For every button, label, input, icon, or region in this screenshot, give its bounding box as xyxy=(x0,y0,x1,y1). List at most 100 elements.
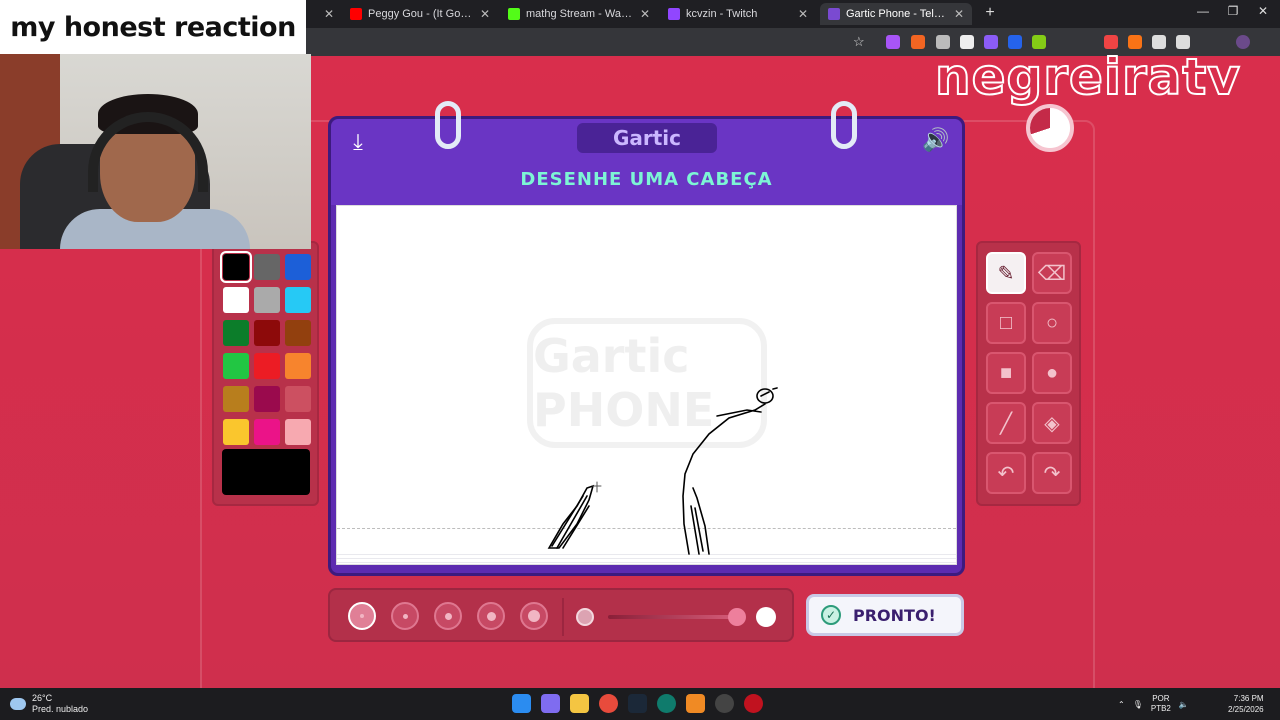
color-swatch-maroon[interactable] xyxy=(254,386,280,412)
color-swatch-orange[interactable] xyxy=(285,353,311,379)
extension-icon[interactable] xyxy=(1152,35,1166,49)
app-icon[interactable] xyxy=(686,694,705,713)
done-button[interactable]: ✓ PRONTO! xyxy=(806,594,964,636)
tab-gartic-phone[interactable]: Gartic Phone - Telefone sem fio ✕ xyxy=(820,3,972,25)
new-tab-button[interactable]: + xyxy=(980,4,1000,22)
color-swatch-dark-green[interactable] xyxy=(223,320,249,346)
color-swatch-gray[interactable] xyxy=(254,254,280,280)
gartic-logo: Gartic xyxy=(577,123,717,153)
rectangle-outline-tool[interactable]: □ xyxy=(986,302,1026,344)
color-swatch-blue[interactable] xyxy=(285,254,311,280)
windows-taskbar: 26°C Pred. nublado ⌃ 🎙 POR PTB2 🔈 7:36 P… xyxy=(0,688,1280,720)
file-explorer-icon[interactable] xyxy=(570,694,589,713)
kick-icon xyxy=(508,8,520,20)
extension-icon[interactable] xyxy=(1032,35,1046,49)
tab-title: Peggy Gou - (It Goes Like) I xyxy=(368,8,474,20)
windows-start-icon[interactable] xyxy=(512,694,531,713)
color-swatch-pink[interactable] xyxy=(285,419,311,445)
extension-icon[interactable] xyxy=(1128,35,1142,49)
color-swatch-yellow[interactable] xyxy=(223,419,249,445)
microphone-icon[interactable]: 🎙 xyxy=(1133,700,1143,709)
ellipse-fill-tool[interactable]: ● xyxy=(1032,352,1072,394)
color-swatch-red[interactable] xyxy=(254,353,280,379)
undo-button[interactable]: ↶ xyxy=(986,452,1026,494)
fill-bucket-tool[interactable]: ◈ xyxy=(1032,402,1072,444)
opacity-slider-handle[interactable] xyxy=(728,608,746,626)
done-button-label: PRONTO! xyxy=(853,605,936,625)
close-icon[interactable]: ✕ xyxy=(954,7,964,21)
pencil-tool[interactable]: ✎ xyxy=(986,252,1026,294)
date: 2/25/2026 xyxy=(1228,705,1264,714)
color-swatch-cyan[interactable] xyxy=(285,287,311,313)
brush-size-3[interactable] xyxy=(434,602,462,630)
color-swatch-green[interactable] xyxy=(223,353,249,379)
dot-icon xyxy=(402,613,408,619)
weather-widget[interactable]: 26°C Pred. nublado xyxy=(10,693,88,715)
weather-condition: Pred. nublado xyxy=(32,704,89,714)
tab-kcvzin-twitch[interactable]: kcvzin - Twitch ✕ xyxy=(660,3,816,25)
speaker-icon[interactable]: 🔈 xyxy=(1179,700,1189,709)
drawing-notebook: Gartic DESENHE UMA CABEÇA ⤓ 🔊 Gartic PHO… xyxy=(328,101,965,576)
opacity-slider[interactable] xyxy=(608,615,738,619)
extension-icon[interactable] xyxy=(936,35,950,49)
color-swatch-dark-red[interactable] xyxy=(254,320,280,346)
chevron-up-icon[interactable]: ⌃ xyxy=(1118,700,1125,709)
download-icon[interactable]: ⤓ xyxy=(343,127,373,157)
minimize-button[interactable]: — xyxy=(1188,4,1218,18)
sound-icon[interactable]: 🔊 xyxy=(921,125,951,155)
obs-icon[interactable] xyxy=(715,694,734,713)
bookmark-star-icon[interactable]: ☆ xyxy=(853,34,865,50)
drawing-strokes xyxy=(547,387,778,555)
xbox-icon[interactable] xyxy=(657,694,676,713)
dot-icon xyxy=(528,610,540,622)
tab-peggy-gou[interactable]: Peggy Gou - (It Goes Like) I ✕ xyxy=(342,3,498,25)
close-icon[interactable]: ✕ xyxy=(324,7,334,21)
extension-icon[interactable] xyxy=(1008,35,1022,49)
steam-icon[interactable] xyxy=(628,694,647,713)
line-icon: ╱ xyxy=(999,412,1013,435)
eraser-tool[interactable]: ⌫ xyxy=(1032,252,1072,294)
tab-hidden[interactable]: ✕ xyxy=(306,3,342,25)
color-swatch-magenta[interactable] xyxy=(254,419,280,445)
extensions-puzzle-icon[interactable] xyxy=(1176,35,1190,49)
redo-button[interactable]: ↷ xyxy=(1032,452,1072,494)
color-swatch-brown[interactable] xyxy=(285,320,311,346)
tab-mathg-stream[interactable]: mathg Stream - Watch Live on ✕ xyxy=(500,3,658,25)
extension-icon[interactable] xyxy=(1104,35,1118,49)
reaction-caption: my honest reaction xyxy=(0,0,306,54)
restore-button[interactable]: ❐ xyxy=(1218,4,1248,18)
line-tool[interactable]: ╱ xyxy=(986,402,1026,444)
brush-size-1[interactable] xyxy=(348,602,376,630)
close-window-button[interactable]: ✕ xyxy=(1248,4,1278,18)
language-indicator[interactable]: POR PTB2 xyxy=(1151,694,1171,714)
color-swatch-ochre[interactable] xyxy=(223,386,249,412)
rectangle-fill-tool[interactable]: ■ xyxy=(986,352,1026,394)
webcam-overlay xyxy=(0,54,311,249)
chrome-icon[interactable] xyxy=(599,694,618,713)
circle-outline-icon: ○ xyxy=(1045,311,1059,334)
binder-ring xyxy=(831,101,857,149)
drawing-canvas[interactable]: Gartic PHONE xyxy=(336,205,957,565)
extension-icon[interactable] xyxy=(886,35,900,49)
timer-icon xyxy=(1030,108,1070,148)
brush-size-4[interactable] xyxy=(477,602,505,630)
temperature: 26°C xyxy=(32,693,53,703)
close-icon[interactable]: ✕ xyxy=(480,7,490,21)
color-swatch-light-gray[interactable] xyxy=(254,287,280,313)
brush-size-5[interactable] xyxy=(520,602,548,630)
close-icon[interactable]: ✕ xyxy=(640,7,650,21)
extension-icon[interactable] xyxy=(911,35,925,49)
brush-size-2[interactable] xyxy=(391,602,419,630)
color-swatch-black[interactable] xyxy=(220,251,252,283)
ellipse-outline-tool[interactable]: ○ xyxy=(1032,302,1072,344)
clock[interactable]: 7:36 PM 2/25/2026 xyxy=(1228,693,1264,715)
close-icon[interactable]: ✕ xyxy=(798,7,808,21)
extension-icon[interactable] xyxy=(960,35,974,49)
copilot-icon[interactable] xyxy=(541,694,560,713)
color-swatch-white[interactable] xyxy=(223,287,249,313)
opera-icon[interactable] xyxy=(744,694,763,713)
extension-icon[interactable] xyxy=(984,35,998,49)
current-color-preview xyxy=(222,449,310,495)
color-swatch-rose[interactable] xyxy=(285,386,311,412)
profile-avatar-icon[interactable] xyxy=(1236,35,1250,49)
